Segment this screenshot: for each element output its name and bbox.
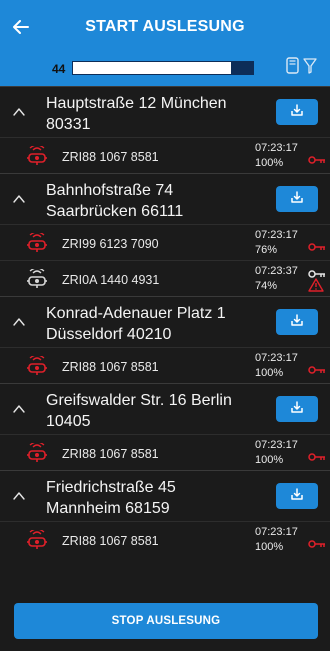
- meter-row[interactable]: ZRI99 6123 7090 07:23:17 76%: [0, 224, 330, 260]
- meter-device-icon: [26, 528, 48, 550]
- page-title: START AUSLESUNG: [85, 18, 245, 35]
- address-row[interactable]: Greifswalder Str. 16 Berlin 10405: [0, 384, 330, 434]
- address-group: Hauptstraße 12 München 80331 ZRI88 1067 85…: [0, 86, 330, 173]
- address-line-2: Düsseldorf 40210: [46, 326, 172, 343]
- app-header: START AUSLESUNG: [0, 0, 330, 56]
- meter-device-icon: [26, 267, 48, 289]
- meter-device-icon: [26, 441, 48, 463]
- meter-percent: 100%: [255, 541, 284, 553]
- meter-time: 07:23:17: [255, 229, 298, 241]
- address-group: Greifswalder Str. 16 Berlin 10405 ZRI88 10…: [0, 383, 330, 470]
- address-line-1: Hauptstraße 12 München: [46, 95, 227, 112]
- meter-row[interactable]: ZRI88 1067 8581 07:23:17 100%: [0, 434, 330, 470]
- meter-row[interactable]: ZRI0A 1440 4931 07:23:37 74%: [0, 260, 330, 296]
- progress-row: 44: [0, 56, 330, 86]
- address-row[interactable]: Konrad-Adenauer Platz 1 Düsseldorf 40210: [0, 297, 330, 347]
- address-line-2: Saarbrücken 66111: [46, 203, 184, 220]
- address-text: Bahnhofstraße 74 Saarbrücken 66111: [46, 180, 266, 222]
- meter-percent: 76%: [255, 244, 278, 256]
- address-line-2: Mannheim 68159: [46, 500, 170, 517]
- address-line-2: 10405: [46, 413, 91, 430]
- warning-icon: [308, 278, 324, 292]
- meter-percent: 100%: [255, 454, 284, 466]
- address-text: Hauptstraße 12 München 80331: [46, 93, 266, 135]
- progress-count: 44: [52, 62, 66, 76]
- download-icon: [290, 103, 304, 122]
- chevron-up-icon[interactable]: [12, 192, 26, 206]
- meter-percent: 74%: [255, 280, 278, 292]
- meter-row[interactable]: ZRI88 1067 8581 07:23:17 100%: [0, 137, 330, 173]
- address-line-1: Konrad-Adenauer Platz 1: [46, 305, 226, 322]
- address-row[interactable]: Bahnhofstraße 74 Saarbrücken 66111: [0, 174, 330, 224]
- progress-fill: [73, 62, 232, 74]
- sd-card-icon[interactable]: [286, 57, 299, 79]
- meter-device-icon: [26, 354, 48, 376]
- address-line-2: 80331: [46, 116, 91, 133]
- address-text: Friedrichstraße 45 Mannheim 68159: [46, 477, 266, 519]
- download-button[interactable]: [276, 396, 318, 422]
- key-icon: [308, 361, 326, 374]
- meter-device-icon: [26, 231, 48, 253]
- chevron-up-icon[interactable]: [12, 105, 26, 119]
- download-icon: [290, 313, 304, 332]
- address-row[interactable]: Friedrichstraße 45 Mannheim 68159: [0, 471, 330, 521]
- meter-id: ZRI88 1067 8581: [62, 150, 159, 164]
- meter-row[interactable]: ZRI88 1067 8581 07:23:17 100%: [0, 347, 330, 383]
- meter-time: 07:23:17: [255, 526, 298, 538]
- meter-id: ZRI88 1067 8581: [62, 360, 159, 374]
- meter-id: ZRI0A 1440 4931: [62, 273, 160, 287]
- meter-time: 07:23:17: [255, 142, 298, 154]
- meter-id: ZRI88 1067 8581: [62, 447, 159, 461]
- chevron-up-icon[interactable]: [12, 315, 26, 329]
- toolbar-icons: [286, 57, 320, 79]
- meter-id: ZRI88 1067 8581: [62, 534, 159, 548]
- meter-row[interactable]: ZRI88 1067 8581 07:23:17 100%: [0, 521, 330, 557]
- progress-bar: [72, 61, 254, 75]
- address-line-1: Friedrichstraße 45: [46, 479, 176, 496]
- stop-auslesung-button[interactable]: STOP AUSLESUNG: [14, 603, 318, 639]
- key-icon: [308, 448, 326, 461]
- meter-device-icon: [26, 144, 48, 166]
- download-button[interactable]: [276, 309, 318, 335]
- meter-id: ZRI99 6123 7090: [62, 237, 159, 251]
- download-icon: [290, 400, 304, 419]
- address-line-1: Bahnhofstraße 74: [46, 182, 174, 199]
- address-list: Hauptstraße 12 München 80331 ZRI88 1067 85…: [0, 86, 330, 557]
- key-icon: [308, 238, 326, 251]
- address-text: Konrad-Adenauer Platz 1 Düsseldorf 40210: [46, 303, 266, 345]
- download-button[interactable]: [276, 186, 318, 212]
- meter-percent: 100%: [255, 367, 284, 379]
- chevron-up-icon[interactable]: [12, 489, 26, 503]
- meter-time: 07:23:37: [255, 265, 298, 277]
- meter-time: 07:23:17: [255, 352, 298, 364]
- chevron-up-icon[interactable]: [12, 402, 26, 416]
- download-icon: [290, 487, 304, 506]
- address-group: Friedrichstraße 45 Mannheim 68159 ZRI88 10…: [0, 470, 330, 557]
- download-icon: [290, 190, 304, 209]
- address-group: Bahnhofstraße 74 Saarbrücken 66111 ZRI99 6…: [0, 173, 330, 296]
- key-icon: [308, 535, 326, 548]
- meter-time: 07:23:17: [255, 439, 298, 451]
- address-row[interactable]: Hauptstraße 12 München 80331: [0, 87, 330, 137]
- address-group: Konrad-Adenauer Platz 1 Düsseldorf 40210 Z…: [0, 296, 330, 383]
- key-icon: [308, 265, 326, 278]
- address-text: Greifswalder Str. 16 Berlin 10405: [46, 390, 266, 432]
- download-button[interactable]: [276, 483, 318, 509]
- filter-icon[interactable]: [303, 57, 317, 79]
- meter-percent: 100%: [255, 157, 284, 169]
- key-icon: [308, 151, 326, 164]
- address-line-1: Greifswalder Str. 16 Berlin: [46, 392, 232, 409]
- download-button[interactable]: [276, 99, 318, 125]
